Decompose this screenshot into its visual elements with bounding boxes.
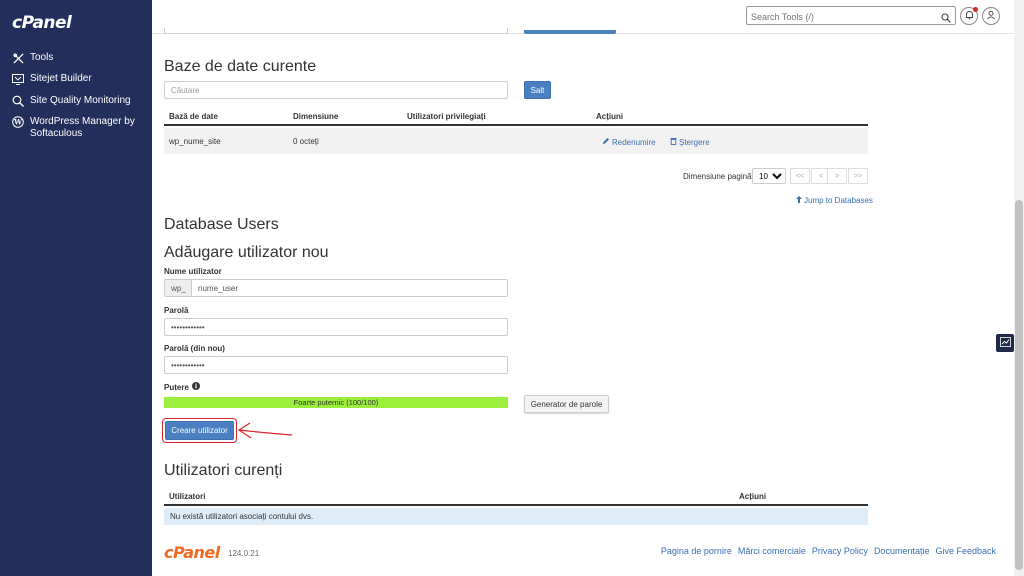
current-users-title: Utilizatori curenți — [164, 462, 283, 479]
page-size-select[interactable]: 10 — [752, 168, 786, 184]
column-header-actions: Acțiuni — [596, 112, 624, 121]
footer-link-documentation[interactable]: Documentație — [874, 546, 930, 556]
trash-icon — [670, 137, 677, 147]
strength-label-wrap: Putere — [164, 382, 200, 392]
rename-link[interactable]: Redenumire — [602, 137, 656, 147]
footer-link-home[interactable]: Pagina de pornire — [661, 546, 732, 556]
sidebar-item-site-quality[interactable]: Site Quality Monitoring — [12, 95, 140, 107]
sidebar-item-label: WordPress Manager by Softaculous — [30, 116, 135, 139]
footer-version: 124.0.21 — [228, 549, 260, 558]
no-users-message: Nu există utilizatori asociați contului … — [164, 508, 868, 525]
info-icon[interactable] — [191, 382, 200, 392]
table-row: wp_nume_site 0 octeți Redenumire Șterger… — [164, 128, 868, 154]
search-tools-input[interactable] — [747, 8, 927, 26]
password-label: Parolă — [164, 306, 189, 315]
password-strength-meter: Foarte puternic (100/100) — [164, 397, 508, 408]
cpanel-logo[interactable]: cPanel — [12, 13, 72, 33]
username-label: Nume utilizator — [164, 267, 222, 276]
database-users-title: Database Users — [164, 216, 279, 233]
user-menu-button[interactable] — [982, 7, 1000, 25]
notification-dot — [973, 7, 978, 12]
footer-cpanel-logo[interactable]: cPanel — [164, 543, 220, 562]
databases-table-header: Bază de date Dimensiune Utilizatori priv… — [164, 108, 868, 126]
current-databases-title: Baze de date curente — [164, 58, 317, 75]
database-search-input[interactable] — [164, 81, 508, 99]
partial-input[interactable] — [164, 28, 508, 34]
notifications-button[interactable] — [960, 7, 978, 25]
search-icon[interactable] — [941, 10, 951, 28]
password-again-label: Parolă (din nou) — [164, 344, 225, 353]
tools-icon — [12, 52, 24, 64]
page-size-label: Dimensiune pagină — [683, 172, 752, 181]
column-header-database[interactable]: Bază de date — [169, 112, 218, 121]
password-strength-text: Foarte puternic (100/100) — [293, 398, 379, 407]
monitor-icon — [12, 73, 24, 85]
sidebar-item-label: Tools — [30, 52, 54, 63]
sidebar-item-label: Site Quality Monitoring — [30, 95, 131, 106]
username-prefix: wp_ — [164, 279, 192, 297]
next-page-button[interactable]: > — [827, 168, 847, 184]
footer-link-privacy[interactable]: Privacy Policy — [812, 546, 868, 556]
create-user-button[interactable]: Creare utilizator — [165, 421, 234, 440]
delete-label: Ștergere — [679, 137, 710, 147]
password-input[interactable] — [164, 318, 508, 336]
scrollbar-thumb[interactable] — [1015, 200, 1023, 570]
partial-button[interactable] — [524, 30, 616, 34]
sidebar: cPanel Tools Sitejet Builder Site Qualit… — [0, 0, 152, 576]
stats-widget-button[interactable] — [996, 334, 1014, 352]
jump-to-databases-link[interactable]: Jump to Databases — [796, 196, 873, 205]
search-tools-box[interactable] — [746, 6, 956, 28]
wordpress-icon: W — [12, 116, 24, 128]
svg-text:W: W — [13, 118, 22, 127]
delete-link[interactable]: Ștergere — [670, 137, 710, 147]
arrow-annotation-icon — [237, 422, 293, 439]
footer-link-trademarks[interactable]: Mărci comerciale — [738, 546, 806, 556]
sidebar-item-sitejet[interactable]: Sitejet Builder — [12, 73, 140, 85]
chart-icon — [999, 334, 1011, 352]
last-page-button[interactable]: >> — [848, 168, 868, 184]
main-content: Baze de date curente Salt Bază de date D… — [152, 28, 1014, 576]
users-table-header: Utilizatori Acțiuni — [164, 488, 868, 506]
add-user-title: Adăugare utilizator nou — [164, 244, 329, 261]
footer-link-feedback[interactable]: Give Feedback — [935, 546, 996, 556]
magnifier-icon — [12, 95, 24, 107]
column-header-user-actions: Acțiuni — [739, 492, 767, 501]
jump-link-label: Jump to Databases — [804, 196, 873, 205]
column-header-size[interactable]: Dimensiune — [293, 112, 338, 121]
database-name: wp_nume_site — [169, 137, 221, 146]
pencil-icon — [602, 137, 610, 147]
rename-label: Redenumire — [612, 137, 656, 147]
database-size: 0 octeți — [293, 137, 319, 146]
strength-label: Putere — [164, 382, 189, 392]
column-header-privileged-users: Utilizatori privilegiați — [407, 112, 486, 121]
sidebar-item-label: Sitejet Builder — [30, 73, 92, 84]
sidebar-item-tools[interactable]: Tools — [12, 52, 140, 64]
user-icon — [986, 7, 996, 25]
arrow-up-icon — [796, 196, 802, 205]
page-scrollbar[interactable] — [1014, 0, 1024, 576]
go-button[interactable]: Salt — [524, 81, 551, 99]
username-input[interactable] — [191, 279, 508, 297]
footer-links: Pagina de pornire Mărci comerciale Priva… — [661, 546, 996, 556]
first-page-button[interactable]: << — [790, 168, 810, 184]
password-again-input[interactable] — [164, 356, 508, 374]
column-header-users[interactable]: Utilizatori — [169, 492, 205, 501]
password-generator-button[interactable]: Generator de parole — [524, 395, 609, 413]
sidebar-item-wordpress[interactable]: W WordPress Manager by Softaculous — [12, 116, 140, 140]
